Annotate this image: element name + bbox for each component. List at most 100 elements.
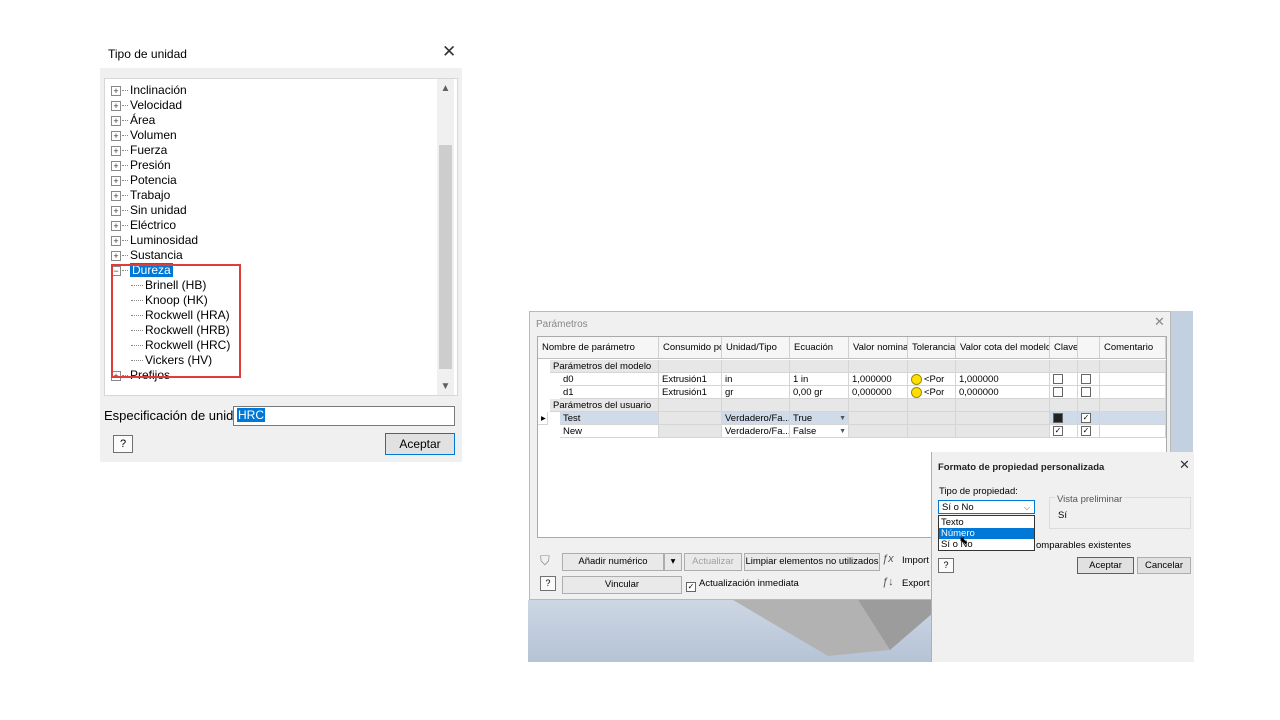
comment[interactable] <box>1100 373 1166 386</box>
help-button[interactable]: ? <box>938 558 954 573</box>
column-header[interactable]: Unidad/Tipo <box>722 337 790 359</box>
tolerance[interactable]: <Por <box>908 373 956 386</box>
expand-icon[interactable]: + <box>111 235 121 246</box>
tree-item-1[interactable]: + Velocidad <box>111 98 182 113</box>
group-cell <box>956 360 1050 373</box>
ok-button[interactable]: Aceptar <box>385 433 455 455</box>
column-header[interactable]: Clave <box>1050 337 1078 359</box>
tree-item-9[interactable]: + Eléctrico <box>111 218 176 233</box>
group-cell <box>1100 399 1166 412</box>
param-name[interactable]: Test <box>560 412 659 425</box>
export-button[interactable]: Export <box>902 578 929 589</box>
close-icon[interactable]: ✕ <box>1154 314 1165 330</box>
unit-spec-input[interactable]: HRC <box>233 406 455 426</box>
purge-unused-button[interactable]: Limpiar elementos no utilizados <box>744 553 880 571</box>
expand-icon[interactable]: + <box>111 85 121 96</box>
export-checkbox[interactable] <box>1078 386 1100 399</box>
tree-item-11[interactable]: + Sustancia <box>111 248 183 263</box>
tree-item-2[interactable]: + Área <box>111 113 155 128</box>
equation-select[interactable]: False ▼ <box>790 425 849 438</box>
column-header[interactable]: Tolerancia <box>908 337 956 359</box>
column-header[interactable]: Ecuación <box>790 337 849 359</box>
help-button[interactable]: ? <box>113 435 133 453</box>
param-name[interactable]: d0 <box>560 373 659 386</box>
column-header[interactable]: Comentario <box>1100 337 1166 359</box>
column-header[interactable]: Consumido por <box>659 337 722 359</box>
model-params-group[interactable]: Parámetros del modelo <box>550 360 659 373</box>
tree-item-0[interactable]: + Inclinación <box>111 83 187 98</box>
tree-item-5[interactable]: + Presión <box>111 158 171 173</box>
param-name[interactable]: New <box>560 425 659 438</box>
expand-icon[interactable]: + <box>111 100 121 111</box>
column-header[interactable]: Nombre de parámetro <box>538 337 659 359</box>
tree-item-8[interactable]: + Sin unidad <box>111 203 187 218</box>
export-column-icon[interactable] <box>1078 337 1100 359</box>
expand-icon[interactable]: + <box>111 145 121 156</box>
comment[interactable] <box>1100 412 1166 425</box>
expand-icon[interactable]: + <box>111 205 121 216</box>
tree-item-label: Sustancia <box>130 248 183 262</box>
column-header[interactable]: Valor cota del modelo <box>956 337 1050 359</box>
unit-type[interactable]: gr <box>722 386 790 399</box>
expand-icon[interactable]: + <box>111 220 121 231</box>
unit-type[interactable]: in <box>722 373 790 386</box>
key-checkbox[interactable] <box>1050 425 1078 438</box>
expand-icon[interactable]: + <box>111 115 121 126</box>
model-value <box>956 412 1050 425</box>
key-checkbox[interactable] <box>1050 373 1078 386</box>
option-number[interactable]: Número <box>939 528 1034 539</box>
tree-item-6[interactable]: + Potencia <box>111 173 177 188</box>
tree-item-3[interactable]: + Volumen <box>111 128 177 143</box>
add-numeric-button[interactable]: Añadir numérico <box>562 553 664 571</box>
export-checkbox[interactable] <box>1078 425 1100 438</box>
expand-icon[interactable]: + <box>111 160 121 171</box>
cancel-button[interactable]: Cancelar <box>1137 557 1191 574</box>
key-checkbox[interactable] <box>1050 412 1078 425</box>
option-text[interactable]: Texto <box>939 517 1034 528</box>
unit-tree[interactable]: + Inclinación + Velocidad + Área + Volumen + Fuer… <box>104 78 458 396</box>
fx-icon[interactable]: ƒx <box>882 553 894 565</box>
comment[interactable] <box>1100 386 1166 399</box>
unit-type[interactable]: Verdadero/Fa... <box>722 425 790 438</box>
comment[interactable] <box>1100 425 1166 438</box>
expand-icon[interactable]: + <box>111 175 121 186</box>
tree-item-7[interactable]: + Trabajo <box>111 188 170 203</box>
import-button[interactable]: Import <box>902 555 929 566</box>
expand-icon[interactable]: + <box>111 130 121 141</box>
param-name[interactable]: d1 <box>560 386 659 399</box>
export-checkbox[interactable] <box>1078 412 1100 425</box>
user-params-group[interactable]: Parámetros del usuario <box>550 399 659 412</box>
filter-icon[interactable]: ⛉ <box>540 553 550 569</box>
key-checkbox[interactable] <box>1050 386 1078 399</box>
scroll-down-icon[interactable]: ▼ <box>437 381 454 392</box>
expand-icon[interactable]: + <box>111 190 121 201</box>
scrollbar-thumb[interactable] <box>439 145 452 369</box>
property-type-select[interactable]: Sí o No ⌵ <box>938 500 1035 514</box>
update-button[interactable]: Actualizar <box>684 553 742 571</box>
option-yes-no[interactable]: Sí o No <box>939 539 1034 550</box>
tree-item-4[interactable]: + Fuerza <box>111 143 167 158</box>
add-dropdown-arrow-icon[interactable]: ▾ <box>664 553 682 571</box>
tree-item-10[interactable]: + Luminosidad <box>111 233 198 248</box>
equation[interactable]: 0,00 gr <box>790 386 849 399</box>
column-header[interactable]: Valor nominal <box>849 337 908 359</box>
export-checkbox[interactable] <box>1078 373 1100 386</box>
tree-scrollbar[interactable]: ▲ ▼ <box>437 79 454 395</box>
close-icon[interactable]: ✕ <box>1179 457 1190 473</box>
expand-icon[interactable]: + <box>111 250 121 261</box>
scroll-up-icon[interactable]: ▲ <box>437 83 454 94</box>
property-type-dropdown[interactable]: Texto Número Sí o No <box>938 515 1035 551</box>
tolerance[interactable]: <Por <box>908 386 956 399</box>
export-fx-icon[interactable]: ƒ↓ <box>882 576 894 588</box>
ok-button[interactable]: Aceptar <box>1077 557 1134 574</box>
immediate-update-checkbox[interactable] <box>686 579 696 593</box>
chevron-down-icon[interactable]: ▼ <box>839 425 846 437</box>
tolerance <box>908 425 956 438</box>
unit-type[interactable]: Verdadero/Fa... <box>722 412 790 425</box>
help-button[interactable]: ? <box>540 576 556 591</box>
close-icon[interactable]: ✕ <box>442 42 456 62</box>
link-button[interactable]: Vincular <box>562 576 682 594</box>
equation[interactable]: 1 in <box>790 373 849 386</box>
equation-select[interactable]: True ▼ <box>790 412 849 425</box>
chevron-down-icon[interactable]: ▼ <box>839 412 846 424</box>
